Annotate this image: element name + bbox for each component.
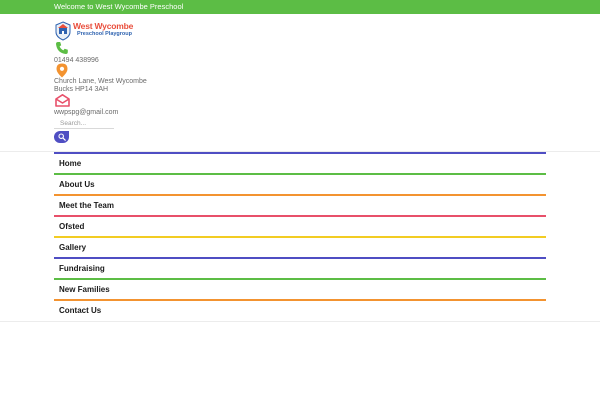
top-bar: Welcome to West Wycombe Preschool (0, 0, 600, 14)
site-logo[interactable]: West Wycombe Preschool Playgroup (54, 21, 134, 41)
nav-label: Contact Us (59, 306, 102, 315)
nav-color-bar (54, 257, 546, 259)
search-button[interactable] (54, 131, 69, 143)
nav-color-bar (54, 152, 546, 154)
map-pin-icon (56, 63, 68, 78)
nav-color-bar (54, 173, 546, 175)
nav-color-bar (54, 215, 546, 217)
nav-item-home[interactable]: Home (54, 152, 546, 173)
nav-item-contact-us[interactable]: Contact Us (54, 299, 546, 320)
search-input[interactable] (54, 118, 114, 128)
nav-label: About Us (59, 180, 95, 189)
nav-color-bar (54, 299, 546, 301)
nav-label: Ofsted (59, 222, 85, 231)
nav-item-fundraising[interactable]: Fundraising (54, 257, 546, 278)
nav-label: Meet the Team (59, 201, 114, 210)
nav-bottom-divider (0, 321, 600, 322)
welcome-text: Welcome to West Wycombe Preschool (54, 2, 184, 11)
nav-item-meet-the-team[interactable]: Meet the Team (54, 194, 546, 215)
nav-item-gallery[interactable]: Gallery (54, 236, 546, 257)
nav-label: Home (59, 159, 82, 168)
nav-label: Gallery (59, 243, 87, 252)
nav-color-bar (54, 194, 546, 196)
nav-item-ofsted[interactable]: Ofsted (54, 215, 546, 236)
logo-subtitle: Preschool Playgroup (77, 31, 133, 37)
nav-label: New Families (59, 285, 110, 294)
logo-emblem-icon (55, 21, 71, 41)
nav-label: Fundraising (59, 264, 105, 273)
logo-title: West Wycombe (73, 21, 134, 31)
phone-icon (56, 42, 68, 54)
search-field[interactable] (54, 118, 114, 129)
search-icon (57, 133, 66, 141)
nav-item-new-families[interactable]: New Families (54, 278, 546, 299)
envelope-icon (55, 94, 70, 107)
nav-color-bar (54, 236, 546, 238)
email-address[interactable]: wwpspg@gmail.com (54, 109, 118, 118)
nav-color-bar (54, 278, 546, 280)
nav-item-about-us[interactable]: About Us (54, 173, 546, 194)
